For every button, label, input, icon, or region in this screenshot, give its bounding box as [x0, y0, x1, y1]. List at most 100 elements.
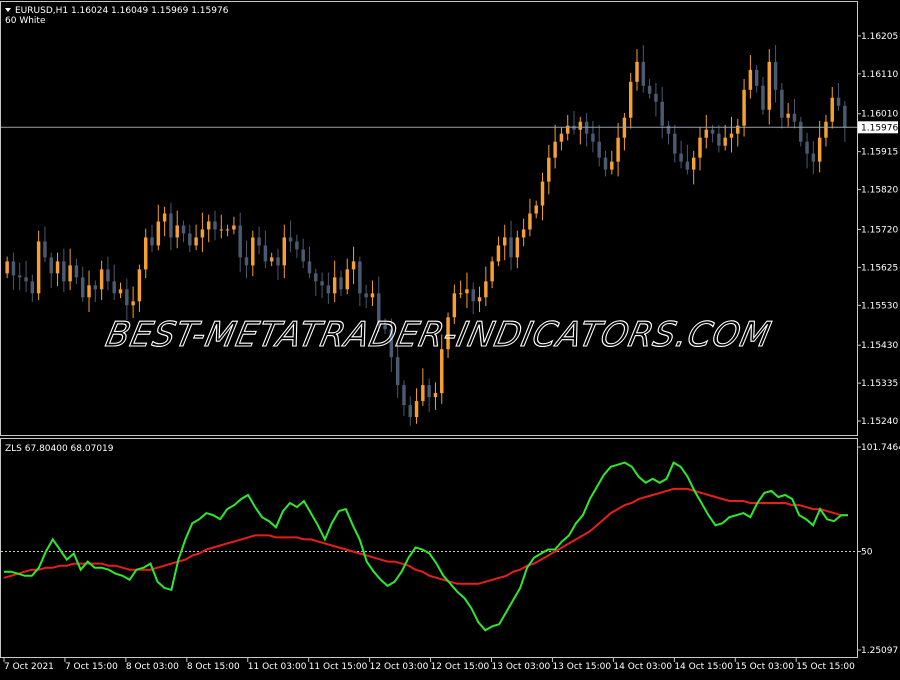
candle-body [490, 261, 494, 282]
candle-body [553, 141, 557, 158]
candle-body [742, 89, 746, 126]
candle-body [616, 137, 620, 162]
candle-body [465, 289, 469, 294]
candle-body [11, 261, 16, 276]
candle-body [660, 101, 664, 126]
price-tick-label: 1.15430 [861, 341, 898, 351]
candle-body [351, 261, 356, 270]
time-tick-label: 7 Oct 15:00 [65, 662, 118, 672]
candle-body [484, 281, 488, 298]
candle-body [188, 233, 192, 246]
time-tick-label: 12 Oct 15:00 [431, 662, 490, 672]
candle-body [452, 293, 457, 318]
candle-body [232, 225, 236, 230]
price-tick-label: 1.15915 [861, 148, 898, 158]
candle-body [792, 113, 797, 122]
candle-body [754, 69, 759, 86]
candle-body [440, 349, 444, 394]
candle-body [112, 281, 116, 294]
candle-body [780, 89, 784, 118]
price-tick-label: 1.15240 [861, 417, 898, 427]
candle-body [339, 277, 343, 290]
candle-body [458, 293, 463, 295]
time-tick-label: 7 Oct 2021 [4, 662, 54, 672]
price-tick-label: 1.16205 [861, 32, 898, 42]
candle-body [225, 229, 230, 231]
candle-body [295, 241, 299, 250]
candle-body [244, 257, 249, 266]
candle-body [238, 225, 242, 258]
price-tick-label: 1.15720 [861, 225, 898, 235]
zls-fast-line [4, 461, 848, 632]
candle-body [509, 237, 513, 258]
candle-body [515, 237, 520, 258]
candle-body [99, 269, 104, 290]
time-tick-label: 8 Oct 03:00 [126, 662, 179, 672]
time-tick-label: 15 Oct 03:00 [735, 662, 794, 672]
time-tick-label: 11 Oct 15:00 [309, 662, 368, 672]
candle-body [364, 293, 368, 298]
candle-body [74, 265, 79, 278]
template-label: 60 White [5, 16, 46, 26]
candle-body [673, 133, 677, 154]
current-price-line: 1.15976 [1, 121, 898, 134]
time-tick-label: 15 Oct 15:00 [796, 662, 855, 672]
price-tick-label: 1.15625 [861, 263, 898, 273]
candle-body [118, 289, 123, 294]
candle-body [68, 265, 72, 282]
price-tick-label: 1.16010 [861, 110, 898, 120]
candlestick-series [5, 45, 847, 426]
price-tick-label: 1.15530 [861, 301, 898, 311]
candle-body [62, 261, 66, 282]
candle-body [414, 401, 419, 418]
candle-body [345, 269, 350, 290]
candle-body [30, 281, 35, 294]
dropdown-triangle-icon[interactable] [5, 8, 11, 12]
candle-body [540, 181, 545, 206]
candle-body [704, 129, 709, 138]
watermark-text: BEST-METATRADER-INDICATORS.COM [102, 315, 775, 355]
candle-body [137, 269, 142, 302]
candle-body [5, 261, 9, 274]
indicator-tick-label: 101.74647 [861, 443, 900, 453]
candle-body [156, 221, 161, 246]
candle-body [332, 277, 337, 294]
candle-body [257, 237, 261, 246]
candle-body [194, 237, 198, 246]
chart-canvas[interactable]: EURUSD,H1 1.16024 1.16049 1.15969 1.1597… [0, 0, 900, 675]
candle-body [811, 153, 816, 162]
candle-body [80, 277, 85, 298]
time-tick-label: 14 Oct 15:00 [674, 662, 733, 672]
candle-body [408, 405, 412, 418]
candle-body [647, 85, 652, 94]
candle-body [817, 137, 822, 162]
time-tick-label: 13 Oct 03:00 [492, 662, 551, 672]
candle-body [723, 137, 727, 146]
candle-body [578, 121, 583, 130]
candle-body [282, 237, 287, 266]
candle-body [761, 85, 765, 110]
candle-body [131, 301, 135, 306]
candle-body [547, 157, 551, 182]
candle-body [87, 285, 91, 298]
time-tick-label: 12 Oct 03:00 [370, 662, 429, 672]
price-tick-label: 1.16110 [861, 70, 898, 80]
indicator-axis: 101.74647 50 1.25097 [1, 443, 900, 656]
candle-body [496, 245, 501, 262]
candle-body [402, 385, 406, 406]
candle-body [729, 133, 734, 138]
time-tick-label: 8 Oct 15:00 [187, 662, 240, 672]
candle-body [181, 225, 186, 234]
candle-body [534, 205, 538, 214]
candle-body [106, 269, 110, 282]
price-axis: 1.16205 1.16110 1.16010 1.15915 1.15820 1.157… [857, 32, 898, 427]
time-tick-label: 11 Oct 03:00 [248, 662, 307, 672]
candle-body [175, 225, 179, 238]
candle-body [635, 61, 639, 82]
candle-body [395, 357, 400, 386]
candle-body [528, 213, 532, 230]
candle-body [654, 93, 658, 102]
trading-chart-window[interactable]: EURUSD,H1 1.16024 1.16049 1.15969 1.1597… [0, 0, 900, 675]
candle-body [49, 257, 53, 274]
candle-body [679, 153, 683, 162]
